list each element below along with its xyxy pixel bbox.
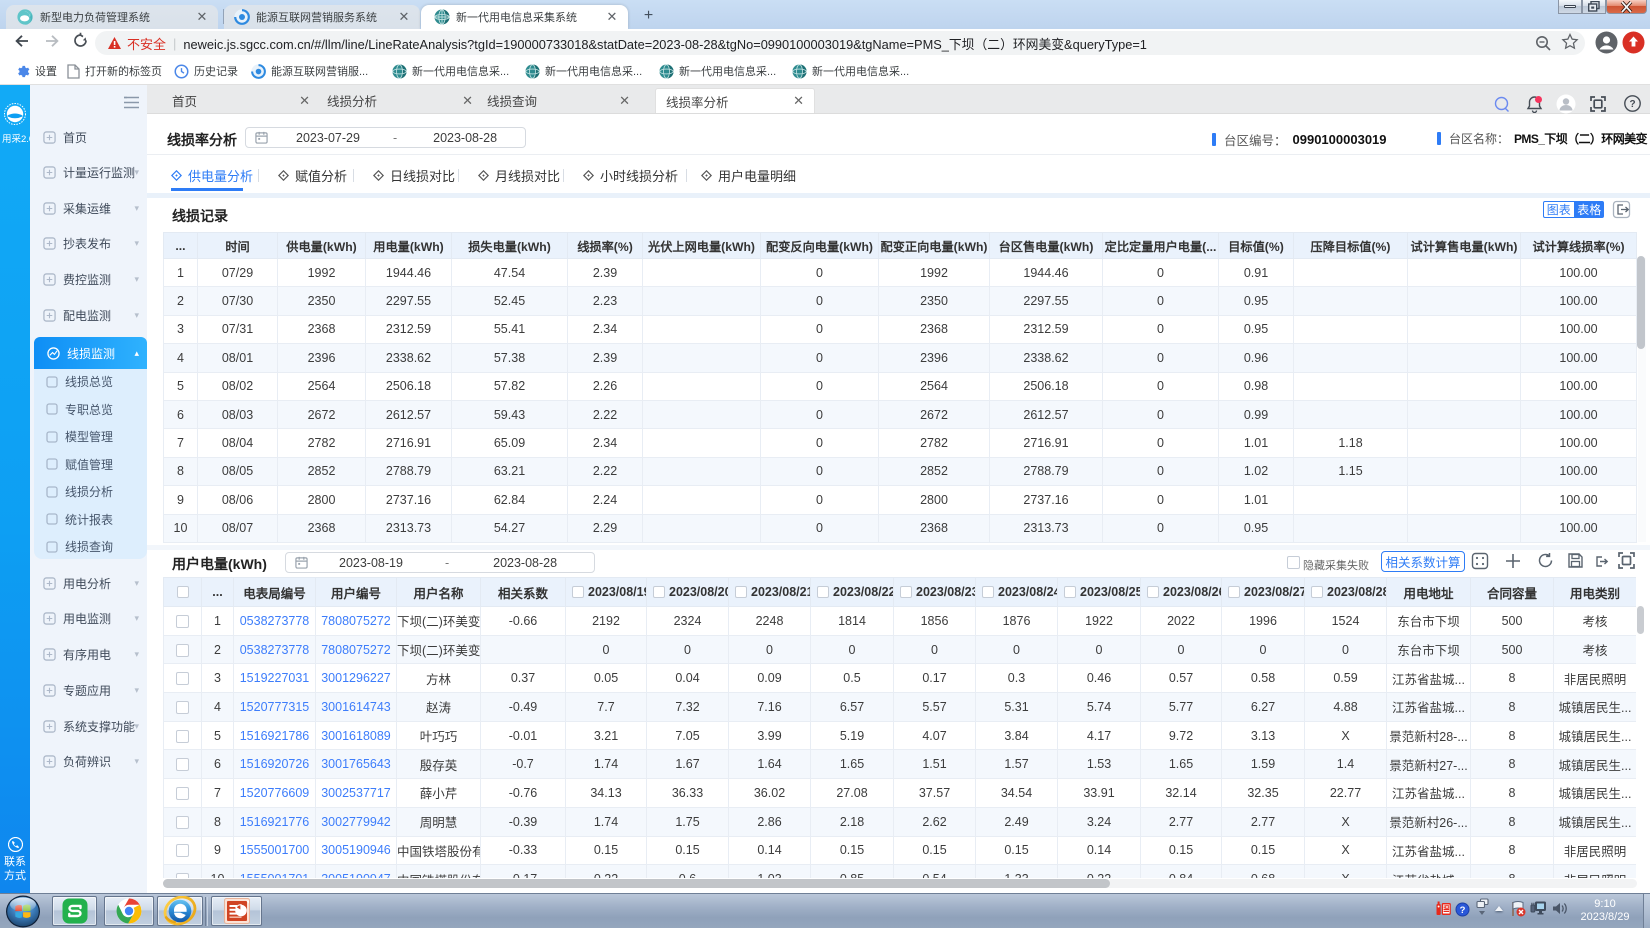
svg-text:?: ?: [1629, 99, 1635, 110]
svg-text:?: ?: [1460, 905, 1466, 916]
